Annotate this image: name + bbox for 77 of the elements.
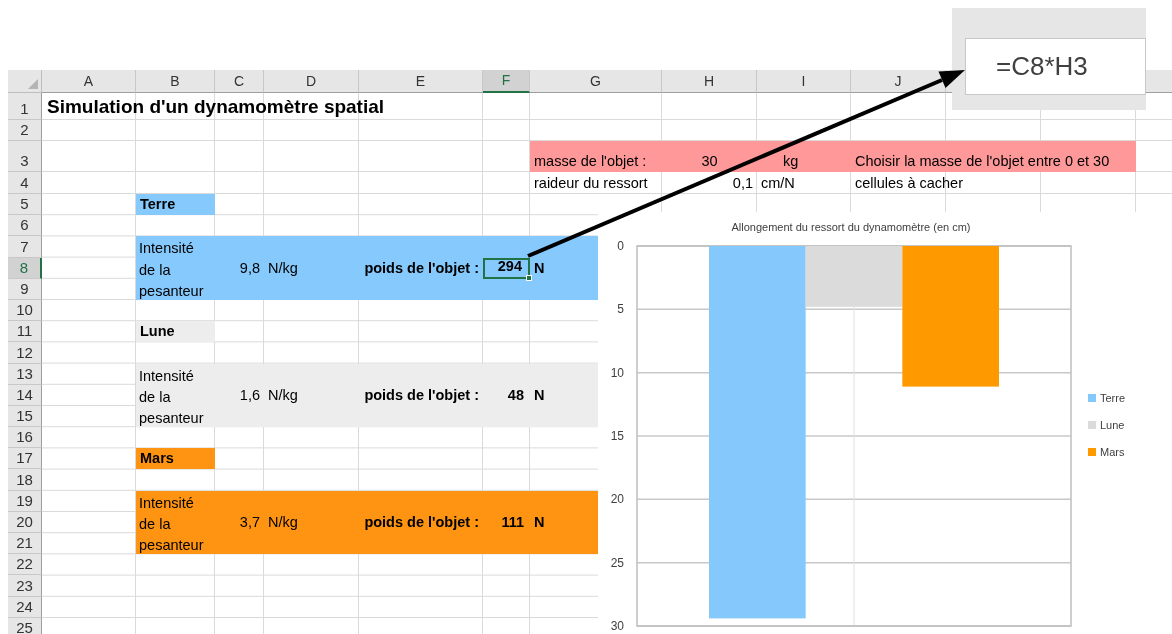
cell-text: 30 [701, 153, 718, 170]
row-header[interactable]: 15 [8, 405, 42, 428]
unit-text: N/kg [268, 259, 298, 277]
axis-tick-label: 15 [610, 429, 624, 443]
gravity-value: 1,6 [239, 386, 260, 404]
unit-text: N [534, 514, 545, 531]
gravity-label: Intensité de la pesanteur [139, 239, 205, 301]
column-header[interactable]: D [264, 70, 359, 93]
legend-label: Mars [1100, 446, 1125, 458]
weight-cell[interactable]: 48 [483, 384, 530, 406]
column-header[interactable]: I [757, 70, 851, 93]
legend-label: Lune [1100, 419, 1125, 431]
row-header[interactable]: 24 [8, 596, 42, 618]
axis-tick-label: 5 [617, 302, 624, 317]
row-header[interactable]: 12 [8, 342, 42, 364]
cell-text: raideur du ressort [534, 175, 648, 192]
row-header[interactable]: 1 [8, 93, 42, 120]
axis-tick-label: 10 [610, 365, 624, 380]
row-header[interactable]: 9 [8, 278, 42, 300]
formula-field: =C8*H3 [965, 38, 1146, 95]
gravity-value: 9,8 [239, 259, 260, 277]
gravity-label: Intensité de la pesanteur [139, 493, 205, 556]
unit-text: N [534, 386, 545, 404]
cell-text: masse de l'objet : [534, 153, 647, 170]
cell-text: cellules à cacher [855, 175, 963, 192]
row-header[interactable]: 3 [8, 141, 42, 172]
row-header[interactable]: 21 [8, 533, 42, 555]
column-header[interactable]: F [483, 70, 530, 93]
row-header[interactable]: 10 [8, 299, 42, 322]
weight-cell[interactable]: 294 [483, 257, 530, 279]
weight-cell[interactable]: 111 [483, 511, 530, 533]
fill-handle[interactable] [526, 274, 532, 281]
row-header[interactable]: 19 [8, 490, 42, 512]
row-header[interactable]: 23 [8, 575, 42, 597]
column-header[interactable]: A [42, 70, 136, 93]
cell-text: Choisir la masse de l'objet entre 0 et 30 [855, 153, 1110, 170]
column-header[interactable]: G [530, 70, 662, 93]
column-header[interactable]: E [359, 70, 483, 93]
legend-label: Terre [1100, 392, 1126, 404]
planet-name: Terre [140, 196, 176, 214]
cell-text: cm/N [761, 175, 795, 192]
row-header[interactable]: 13 [8, 363, 42, 385]
row-header[interactable]: 16 [8, 427, 42, 449]
unit-text: N/kg [268, 386, 298, 404]
column-header[interactable]: C [215, 70, 264, 93]
row-header[interactable]: 11 [8, 321, 42, 343]
planet-name: Mars [140, 450, 174, 468]
row-header[interactable]: 2 [8, 120, 42, 141]
column-header[interactable]: B [136, 70, 215, 93]
weight-label: poids de l'objet : [364, 514, 479, 531]
row-header[interactable]: 7 [8, 236, 42, 258]
row-header[interactable]: 17 [8, 448, 42, 470]
axis-tick-label: 20 [610, 492, 624, 507]
weight-label: poids de l'objet : [364, 259, 479, 277]
row-header[interactable]: 6 [8, 215, 42, 237]
cell-text: 0,1 [732, 175, 753, 192]
gravity-value: 3,7 [239, 514, 260, 531]
gravity-label: Intensité de la pesanteur [139, 366, 205, 428]
sheet-title: Simulation d'un dynamomètre spatial [47, 96, 385, 118]
row-header[interactable]: 14 [8, 384, 42, 406]
unit-text: N [534, 259, 545, 277]
row-header[interactable]: 18 [8, 469, 42, 491]
row-header[interactable]: 5 [8, 194, 42, 216]
row-header[interactable]: 4 [8, 172, 42, 194]
axis-tick-label: 0 [617, 239, 624, 253]
planet-name: Lune [140, 323, 175, 341]
weight-label: poids de l'objet : [364, 386, 479, 404]
column-header[interactable]: H [662, 70, 757, 93]
unit-text: N/kg [268, 514, 298, 531]
row-header[interactable]: 8 [8, 257, 42, 279]
row-header[interactable]: 22 [8, 554, 42, 576]
cell-text: kg [783, 153, 799, 170]
axis-tick-label: 30 [610, 619, 624, 633]
row-header[interactable]: 20 [8, 511, 42, 533]
axis-tick-label: 25 [610, 555, 624, 570]
chart-title: Allongement du ressort du dynamomètre (en cm) [731, 221, 971, 233]
column-header[interactable]: J [851, 70, 946, 93]
